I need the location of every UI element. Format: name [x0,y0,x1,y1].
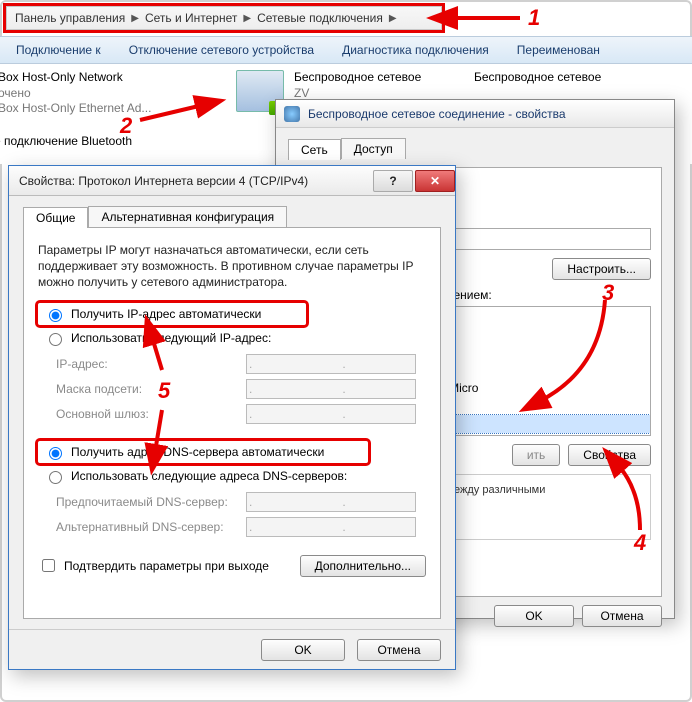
ip-description: Параметры IP могут назначаться автоматич… [38,242,426,291]
cancel-button[interactable]: Отмена [357,639,441,661]
item-status: очено [0,86,151,102]
tab-network[interactable]: Сеть [288,139,341,160]
radio-manual-dns-row[interactable]: Использовать следующие адреса DNS-сервер… [38,465,426,487]
tb-diagnose[interactable]: Диагностика подключения [342,43,489,57]
ok-button[interactable]: OK [261,639,345,661]
tb-connect-to[interactable]: Подключение к [16,43,101,57]
radio-label: Получить адрес DNS-сервера автоматически [71,445,324,459]
tab-alt-config[interactable]: Альтернативная конфигурация [88,206,287,227]
validate-checkbox[interactable] [42,559,55,572]
command-bar: Подключение к Отключение сетевого устрой… [0,36,692,64]
dialog-title: Свойства: Протокол Интернета версии 4 (T… [19,174,308,188]
ip-address-input [246,354,416,374]
ip-address-label: IP-адрес: [56,357,236,371]
network-icon [284,106,300,122]
crumb-network-connections[interactable]: Сетевые подключения [253,11,387,25]
dialog-title: Беспроводное сетевое соединение - свойст… [308,107,566,121]
install-button[interactable]: ить [512,444,560,466]
item-title[interactable]: е подключение Bluetooth [0,134,132,148]
tb-disable-device[interactable]: Отключение сетевого устройства [129,43,314,57]
chevron-right-icon: ▶ [131,13,139,24]
radio-auto-ip-row[interactable]: Получить IP-адрес автоматически [38,303,306,325]
radio-manual-dns[interactable] [49,471,62,484]
tabs: Общие Альтернативная конфигурация [23,206,441,227]
dns2-input [246,517,416,537]
dns1-label: Предпочитаемый DNS-сервер: [56,495,236,509]
radio-label: Получить IP-адрес автоматически [71,307,261,321]
subnet-input [246,379,416,399]
properties-button[interactable]: Свойства [568,444,651,466]
radio-auto-dns[interactable] [49,447,62,460]
radio-manual-ip-row[interactable]: Использовать следующий IP-адрес: [38,327,426,349]
tabs: Сеть Доступ [288,138,662,159]
tab-general[interactable]: Общие [23,207,88,228]
ipv4-properties-dialog: Свойства: Протокол Интернета версии 4 (T… [8,165,456,670]
dns2-label: Альтернативный DNS-сервер: [56,520,236,534]
gateway-input [246,404,416,424]
chevron-right-icon: ▶ [389,13,397,24]
close-button[interactable]: ✕ [415,170,455,192]
crumb-network-internet[interactable]: Сеть и Интернет [141,11,241,25]
item-title: Беспроводное сетевое [474,70,601,86]
ok-button[interactable]: OK [494,605,574,627]
crumb-control-panel[interactable]: Панель управления [11,11,129,25]
gateway-label: Основной шлюз: [56,407,236,421]
radio-auto-ip[interactable] [49,309,62,322]
tab-access[interactable]: Доступ [341,138,406,159]
radio-label: Использовать следующие адреса DNS-сервер… [71,469,347,483]
cancel-button[interactable]: Отмена [582,605,662,627]
configure-button[interactable]: Настроить... [552,258,651,280]
help-button[interactable]: ? [373,170,413,192]
item-device: Box Host-Only Ethernet Ad... [0,101,151,117]
dns1-input [246,492,416,512]
tb-rename[interactable]: Переименован [517,43,600,57]
breadcrumb[interactable]: Панель управления ▶ Сеть и Интернет ▶ Се… [6,6,442,30]
radio-auto-dns-row[interactable]: Получить адрес DNS-сервера автоматически [38,441,368,463]
item-title: Box Host-Only Network [0,70,151,86]
radio-label: Использовать следующий IP-адрес: [71,331,271,345]
validate-label: Подтвердить параметры при выходе [64,559,269,573]
advanced-button[interactable]: Дополнительно... [300,555,426,577]
subnet-label: Маска подсети: [56,382,236,396]
chevron-right-icon: ▶ [243,13,251,24]
dialog-titlebar: Свойства: Протокол Интернета версии 4 (T… [9,166,455,196]
dialog-titlebar: Беспроводное сетевое соединение - свойст… [276,100,674,128]
radio-manual-ip[interactable] [49,333,62,346]
item-title: Беспроводное сетевое [294,70,421,86]
